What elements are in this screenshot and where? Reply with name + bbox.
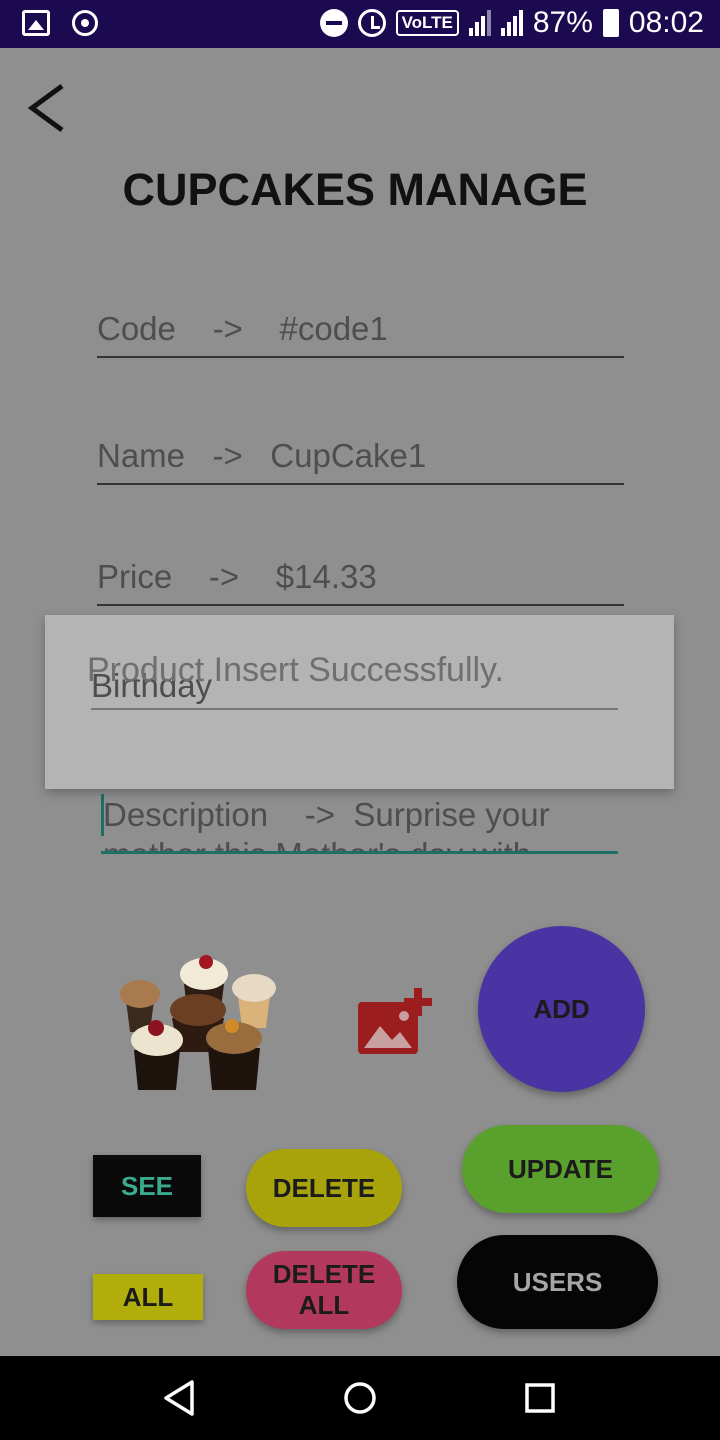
signal-icon [500, 10, 523, 36]
code-field[interactable]: Code -> #code1 [97, 310, 624, 358]
delete-button[interactable]: DELETE [246, 1149, 402, 1227]
back-arrow-icon[interactable] [26, 82, 70, 134]
name-field[interactable]: Name -> CupCake1 [97, 437, 624, 485]
update-button[interactable]: UPDATE [462, 1125, 659, 1213]
image-icon [22, 10, 50, 36]
cupcakes-photo [120, 955, 276, 1090]
code-field-text: Code -> #code1 [97, 310, 388, 347]
signal-icon [468, 10, 491, 36]
description-line-1: Description -> Surprise your [103, 796, 550, 833]
battery-percent: 87% [532, 6, 593, 39]
nav-home-icon[interactable] [338, 1376, 382, 1420]
success-dialog: Birthday Product Insert Successfully. [45, 615, 674, 789]
all-button[interactable]: ALL [93, 1274, 203, 1320]
volte-icon: VoLTE [395, 10, 459, 36]
description-field[interactable]: Description -> Surprise your mother this… [101, 792, 618, 854]
location-icon [72, 10, 98, 36]
status-bar: VoLTE 87% 08:02 [0, 0, 720, 48]
dialog-message: Product Insert Successfully. [87, 651, 504, 689]
add-button[interactable]: ADD [478, 926, 645, 1092]
nav-back-icon[interactable] [158, 1376, 202, 1420]
price-field-text: Price -> $14.33 [97, 558, 377, 595]
alarm-icon [357, 9, 386, 37]
page-title: CUPCAKES MANAGE [122, 164, 588, 215]
battery-charging-icon [602, 9, 619, 37]
users-button[interactable]: USERS [457, 1235, 658, 1329]
nav-recents-icon[interactable] [518, 1376, 562, 1420]
dnd-icon [319, 9, 348, 37]
price-field[interactable]: Price -> $14.33 [97, 558, 624, 606]
delete-all-button[interactable]: DELETE ALL [246, 1251, 402, 1329]
description-line-2: mother this Mother's day with [103, 836, 531, 851]
navigation-bar [0, 1356, 720, 1440]
clock: 08:02 [628, 6, 704, 39]
add-photo-icon[interactable] [356, 986, 434, 1056]
status-bar-left [22, 10, 98, 36]
status-bar-right: VoLTE 87% 08:02 [319, 6, 704, 40]
see-button[interactable]: SEE [93, 1155, 201, 1217]
name-field-text: Name -> CupCake1 [97, 437, 427, 474]
